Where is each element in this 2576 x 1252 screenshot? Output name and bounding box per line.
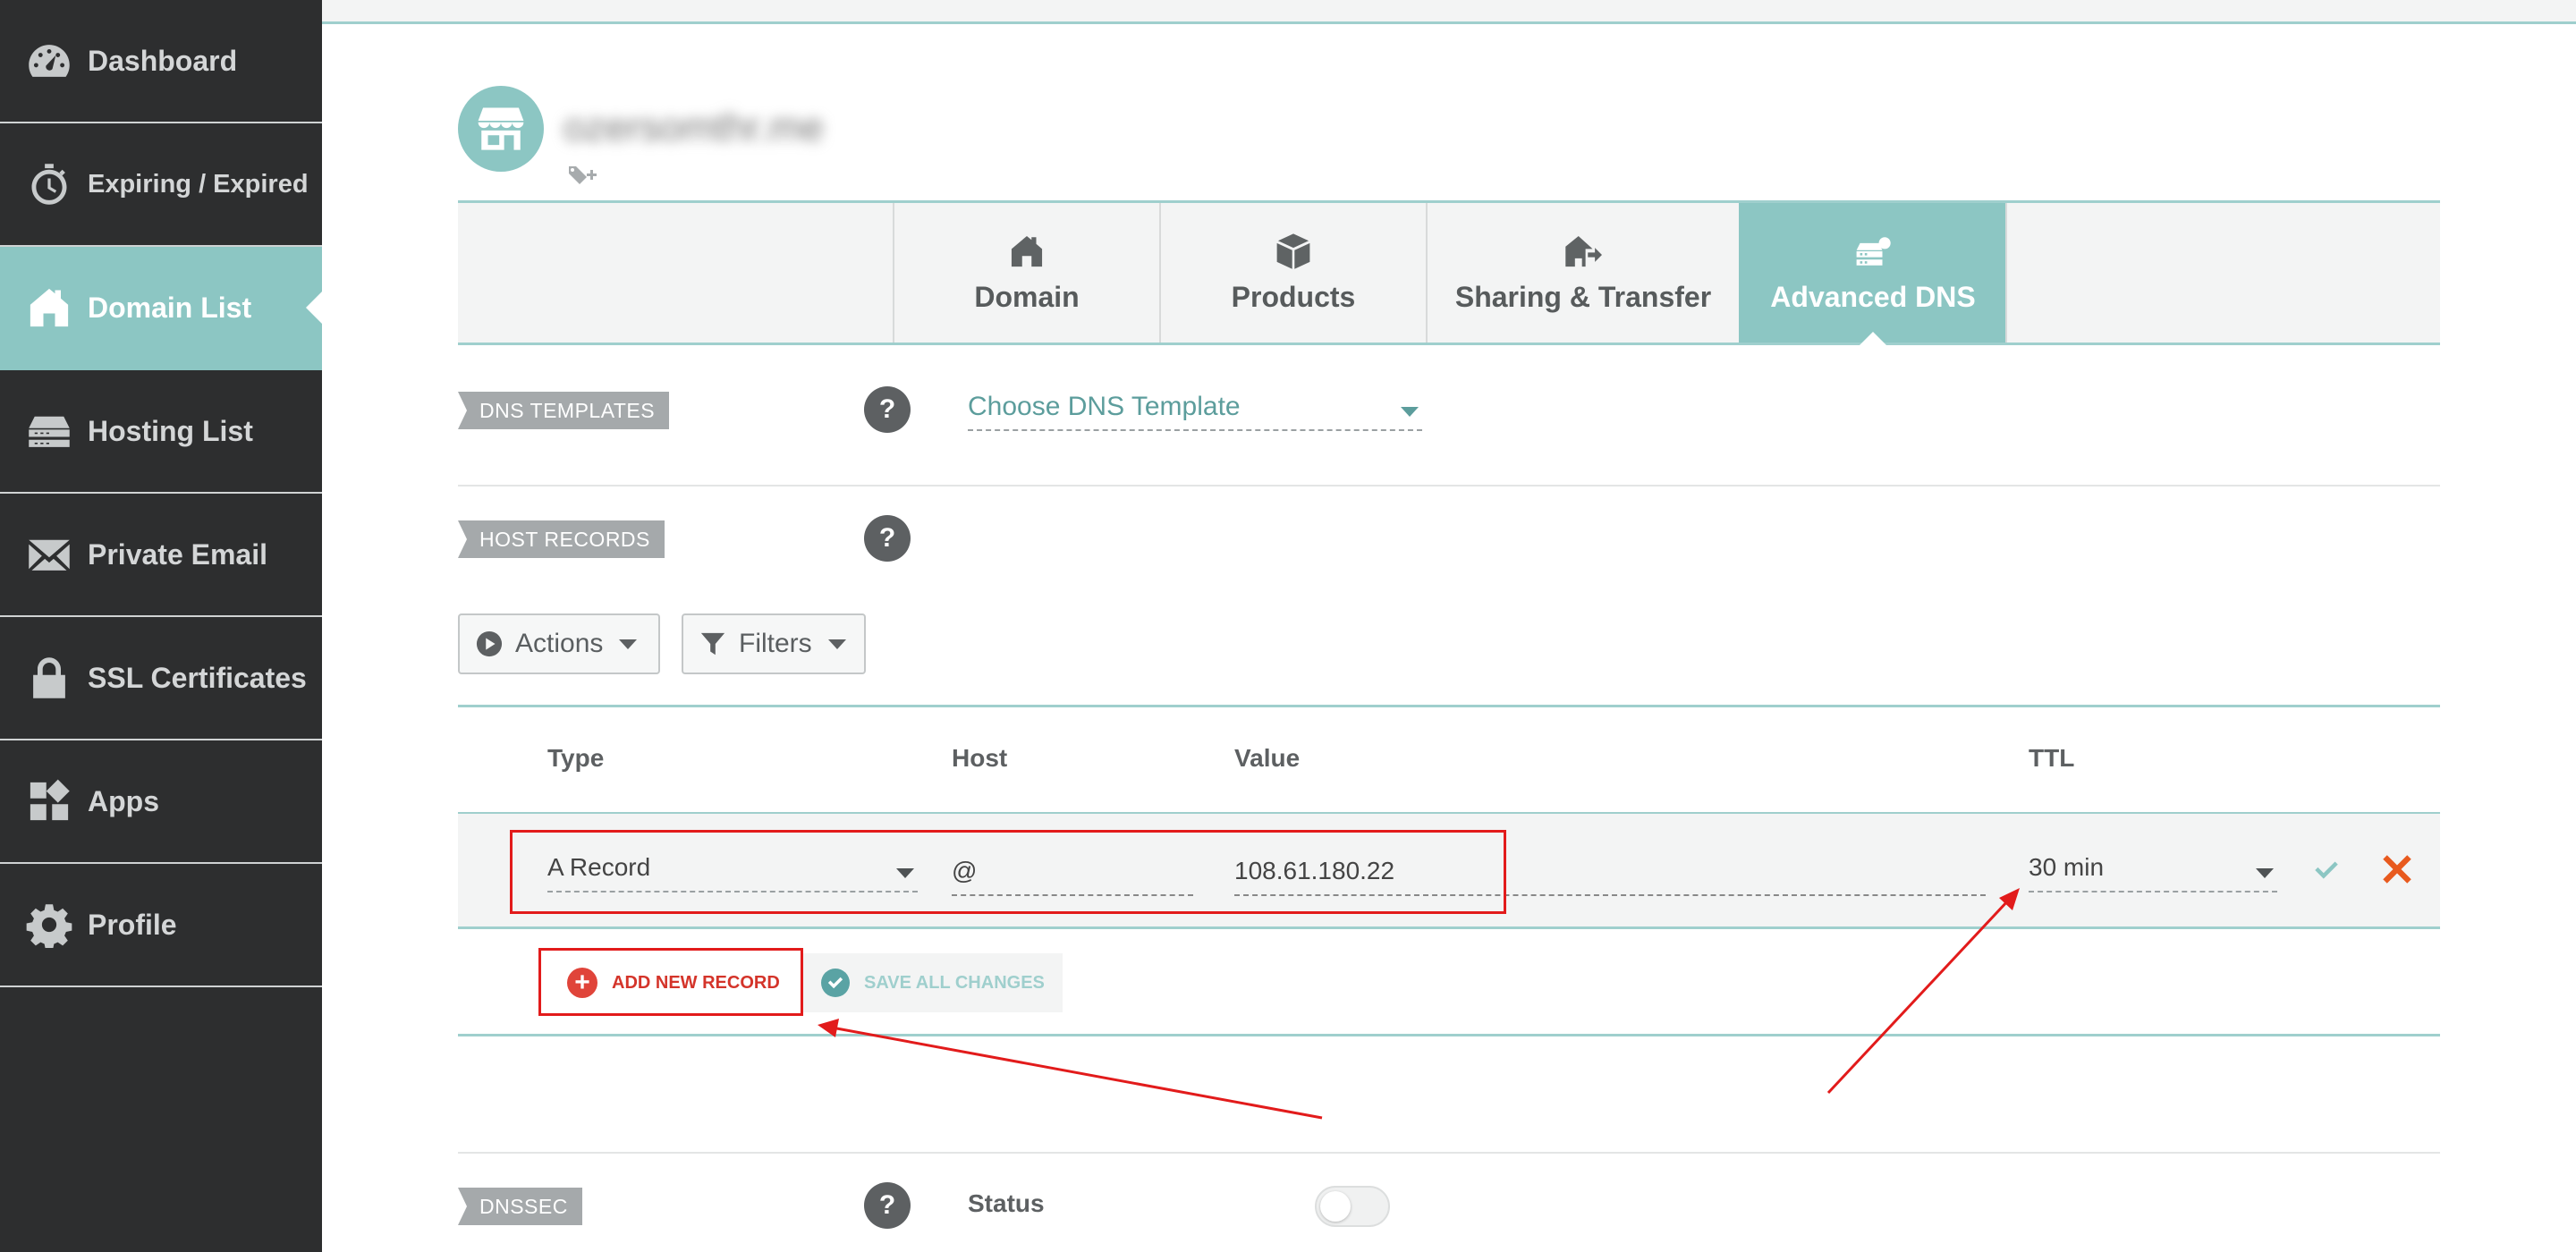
section-divider (458, 1152, 2440, 1154)
arrow-to-ttl (1826, 888, 2020, 1095)
toggle-knob (1320, 1191, 1351, 1222)
dnssec-help-icon[interactable]: ? (864, 1182, 911, 1229)
arrow-to-add-record (818, 1019, 1323, 1120)
annotation-arrows (818, 888, 2020, 1120)
dnssec-label: DNSSEC (458, 1188, 582, 1225)
dnssec-status-label: Status (968, 1189, 1045, 1217)
dnssec-toggle[interactable] (1315, 1186, 1390, 1227)
